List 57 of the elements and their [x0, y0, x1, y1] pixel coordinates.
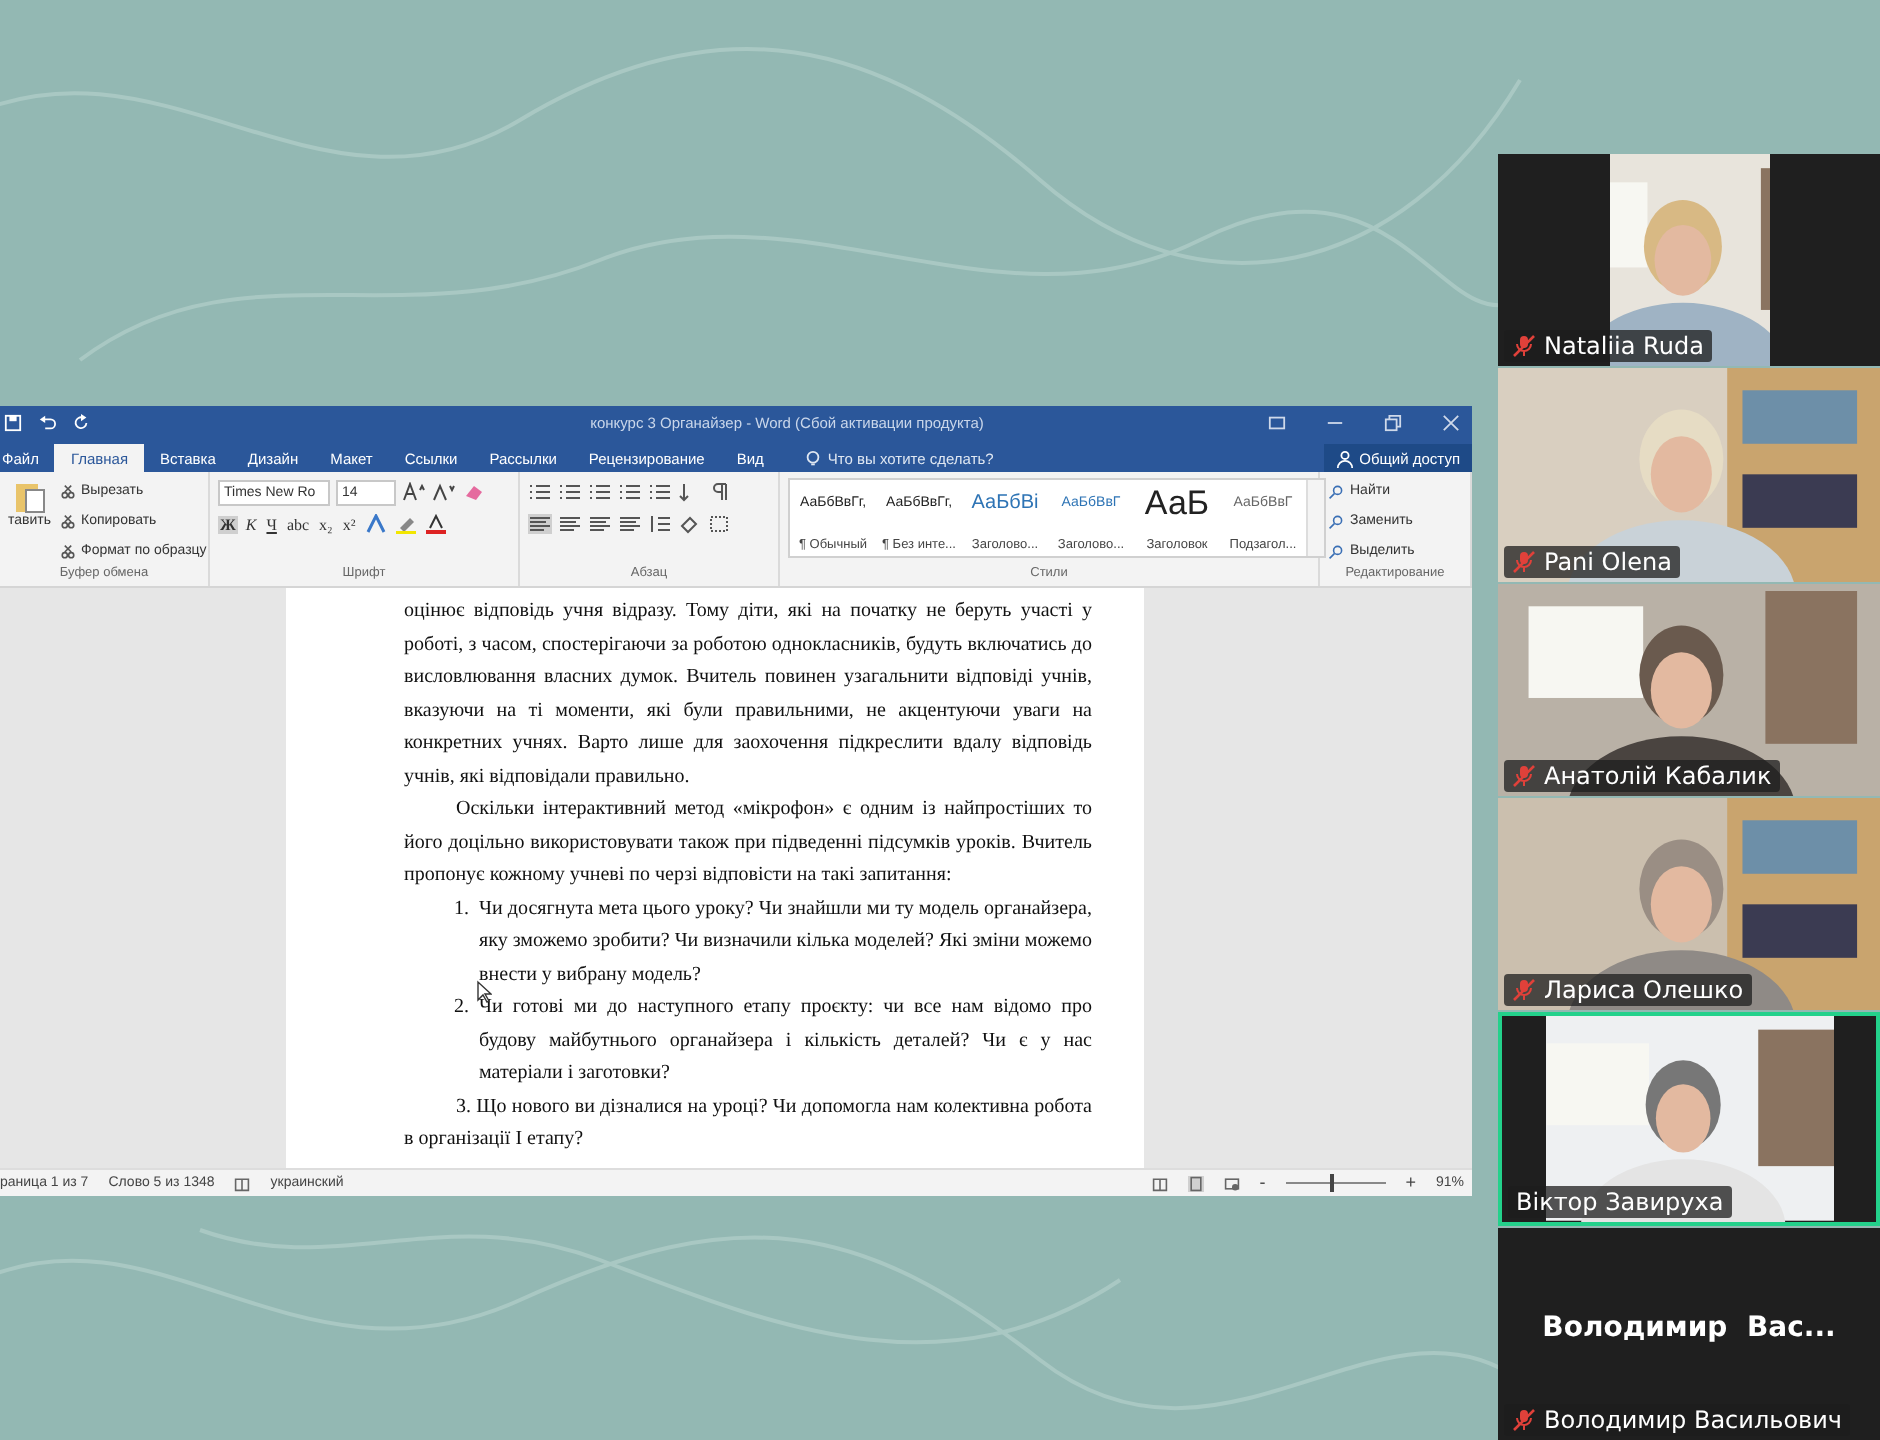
document-paragraph: 3. Що нового ви дізналися на уроці? Чи допомогла нам колективна робота в організації І етапу?	[404, 1093, 1092, 1154]
participant-tile[interactable]: Володимир Вас... Володимир Васильович	[1498, 1227, 1880, 1440]
shrink-font-icon[interactable]	[432, 482, 456, 502]
format-button[interactable]: x₂	[317, 515, 335, 533]
document-paragraph: оцінює відповідь учня відразу. Тому діти, які на початку не беруть участі у роботі, з часом, спостерігаючи за роботою однокласників, будуть включатись до висловлювання власних думок. Вчитель повинен узагальнити відповіді учнів, вказуючи на ті моменти, які були правильними, не акцентуючи уваги на конкретних учнях. Варто лише для заохочення підкреслити вдалу відповідь учнів, які відповідали правильно.	[404, 598, 1092, 791]
participant-display-name: Володимир Вас...	[1540, 1311, 1838, 1344]
read-mode-icon[interactable]	[1151, 1175, 1168, 1191]
person-icon	[1335, 449, 1354, 467]
document-paragraph: Оскільки інтерактивний метод «мікрофон» є одним із найпростіших то його доцільно використовувати також при підведенні підсумків уроків. Вчитель пропонує кожному учневі по черзі відповісти на такі запитання:	[404, 796, 1092, 890]
participant-name-tag: Анатолій Кабалик	[1504, 759, 1780, 792]
indent-icon[interactable]	[648, 482, 672, 502]
undo-icon[interactable]	[38, 414, 56, 432]
align-icon[interactable]	[618, 514, 642, 534]
participant-name-tag: Pani Olena	[1504, 545, 1680, 578]
line-spacing-icon[interactable]	[648, 514, 672, 534]
format-button[interactable]: x²	[340, 515, 358, 533]
align-icon[interactable]	[528, 514, 552, 534]
list-icon[interactable]	[558, 482, 582, 502]
scissors-icon	[59, 483, 76, 499]
font-color-icon[interactable]	[423, 514, 448, 534]
list-number: 2.	[454, 994, 469, 1022]
format-button[interactable]: К	[243, 515, 259, 533]
list-number: 1.	[454, 895, 469, 923]
lightbulb-icon	[803, 449, 822, 467]
search-icon	[1328, 483, 1344, 499]
grow-font-icon[interactable]	[402, 482, 426, 502]
zoom-in-button[interactable]: +	[1405, 1174, 1416, 1192]
gallery-scrollbar[interactable]	[1306, 480, 1324, 556]
participant-tile[interactable]: Віктор Завируха	[1498, 1012, 1880, 1226]
indent-icon[interactable]	[618, 482, 642, 502]
align-icon[interactable]	[588, 514, 612, 534]
close-icon[interactable]	[1442, 414, 1460, 432]
list-item-text: Чи досягнута мета цього уроку? Чи знайшли ми ту модель органайзера, яку зможемо зробити? Чи визначили кілька моделей? Які зміни можемо внести у вибрану модель?	[479, 895, 1092, 989]
restore-icon[interactable]	[1384, 414, 1402, 432]
borders-icon[interactable]	[708, 514, 732, 534]
list-icon[interactable]	[528, 482, 552, 502]
proofing-icon[interactable]	[234, 1175, 251, 1191]
format-button[interactable]: Ж	[218, 515, 238, 533]
redo-icon[interactable]	[72, 414, 90, 432]
ribbon-display-icon[interactable]	[1268, 414, 1286, 432]
list-icon[interactable]	[588, 482, 612, 502]
pilcrow-icon[interactable]	[708, 482, 732, 502]
clipboard-icon	[13, 478, 46, 514]
align-icon[interactable]	[558, 514, 582, 534]
participant-tile[interactable]: Pani Olena	[1498, 368, 1880, 582]
participant-tile[interactable]: Лариса Олешко	[1498, 797, 1880, 1011]
web-layout-icon[interactable]	[1223, 1175, 1240, 1191]
save-icon[interactable]	[4, 414, 22, 432]
text-effects-icon[interactable]	[363, 514, 388, 534]
shading-icon[interactable]	[678, 514, 702, 534]
zoom-out-button[interactable]: -	[1259, 1174, 1266, 1192]
format-button[interactable]: abc	[284, 515, 312, 533]
participant-name-tag: Лариса Олешко	[1504, 974, 1752, 1007]
participant-tile[interactable]: Анатолій Кабалик	[1498, 583, 1880, 796]
list-item-text: Чи готові ми до наступного етапу проєкту: чи все нам відомо про будову майбутнього органайзера і кількість деталей? Чи є у нас матеріали і заготовки?	[479, 994, 1092, 1088]
format-button[interactable]: Ч	[264, 515, 279, 533]
print-layout-icon[interactable]	[1187, 1175, 1204, 1191]
